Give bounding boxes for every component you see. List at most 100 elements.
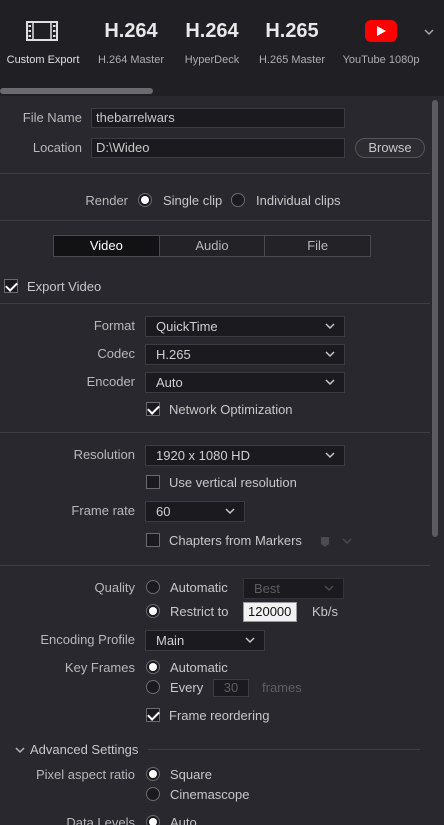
- data-levels-auto-label: Auto: [170, 815, 197, 825]
- codec-value: H.265: [156, 347, 191, 362]
- tab-video[interactable]: Video: [54, 236, 160, 256]
- individual-clips-radio[interactable]: [231, 193, 245, 207]
- film-icon: [26, 21, 58, 41]
- preset-codec: H.264: [185, 20, 239, 42]
- export-video-checkbox[interactable]: [4, 279, 18, 293]
- preset-h264-master[interactable]: H.264 H.264 Master: [90, 0, 172, 80]
- data-levels-label: Data Levels: [66, 815, 135, 825]
- divider: [148, 749, 420, 750]
- chevron-down-icon[interactable]: [15, 746, 25, 754]
- divider: [0, 220, 430, 221]
- chapters-checkbox[interactable]: [146, 533, 160, 547]
- preset-label: YouTube 1080p: [342, 54, 420, 66]
- key-frames-automatic-radio[interactable]: [146, 660, 160, 674]
- network-optimization-checkbox[interactable]: [146, 402, 160, 416]
- pixel-cinemascope-radio[interactable]: [146, 787, 160, 801]
- preset-youtube-1080p[interactable]: YouTube 1080p: [338, 0, 424, 80]
- advanced-settings-header[interactable]: Advanced Settings: [30, 742, 138, 757]
- pixel-aspect-label: Pixel aspect ratio: [36, 767, 135, 782]
- divider: [0, 173, 430, 174]
- bitrate-input[interactable]: 120000: [243, 602, 297, 622]
- bitrate-unit: Kb/s: [312, 604, 339, 619]
- vertical-scrollbar[interactable]: [432, 100, 438, 537]
- preset-label: H.264 Master: [97, 54, 165, 66]
- chevron-down-icon: [325, 452, 335, 459]
- chevron-down-icon[interactable]: [424, 28, 434, 36]
- preset-hyperdeck[interactable]: H.264 HyperDeck: [176, 0, 248, 80]
- single-clip-radio[interactable]: [138, 193, 152, 207]
- browse-button[interactable]: Browse: [355, 138, 425, 158]
- location-input[interactable]: D:\Wideo: [91, 138, 345, 158]
- key-frames-interval-input[interactable]: 30: [213, 679, 249, 697]
- preset-codec: H.264: [104, 20, 158, 42]
- export-video-label: Export Video: [27, 279, 102, 294]
- resolution-label: Resolution: [73, 447, 135, 462]
- key-frames-automatic-label: Automatic: [170, 660, 228, 675]
- quality-automatic-radio[interactable]: [146, 580, 160, 594]
- vertical-resolution-label: Use vertical resolution: [169, 475, 297, 490]
- quality-preset-value: Best: [254, 581, 281, 596]
- location-label: Location: [32, 140, 82, 155]
- vertical-resolution-checkbox[interactable]: [146, 475, 160, 489]
- key-frames-unit: frames: [262, 680, 302, 695]
- horizontal-scrollbar[interactable]: [0, 88, 153, 94]
- encoder-value: Auto: [156, 375, 183, 390]
- pixel-cinemascope-label: Cinemascope: [170, 787, 250, 802]
- marker-icon: [321, 537, 329, 547]
- encoding-profile-label: Encoding Profile: [40, 632, 135, 647]
- chevron-down-icon: [325, 351, 335, 358]
- divider: [0, 565, 430, 566]
- frame-reordering-label: Frame reordering: [169, 708, 270, 723]
- preset-label: HyperDeck: [184, 54, 240, 66]
- format-label: Format: [93, 318, 135, 333]
- data-levels-auto-radio[interactable]: [146, 815, 160, 825]
- encoder-label: Encoder: [86, 374, 135, 389]
- resolution-value: 1920 x 1080 HD: [156, 448, 250, 463]
- render-label: Render: [85, 193, 128, 208]
- chevron-down-icon: [245, 637, 255, 644]
- encoding-profile-value: Main: [156, 633, 185, 648]
- tab-audio[interactable]: Audio: [160, 236, 266, 256]
- key-frames-label: Key Frames: [64, 660, 135, 675]
- network-optimization-label: Network Optimization: [169, 402, 293, 417]
- chevron-down-icon: [324, 585, 334, 592]
- key-frames-every-label: Every: [170, 680, 204, 695]
- youtube-icon: [365, 20, 397, 42]
- divider: [0, 432, 430, 433]
- single-clip-label: Single clip: [163, 193, 223, 208]
- file-name-label: File Name: [22, 110, 82, 125]
- chevron-down-icon: [325, 379, 335, 386]
- preset-label: Custom Export: [6, 54, 80, 66]
- codec-select[interactable]: H.265: [145, 344, 345, 365]
- frame-rate-select[interactable]: 60: [145, 501, 245, 522]
- format-select[interactable]: QuickTime: [145, 316, 345, 337]
- presets-bar: Custom Export H.264 H.264 Master H.264 H…: [0, 0, 444, 96]
- codec-label: Codec: [97, 346, 135, 361]
- frame-rate-value: 60: [156, 504, 171, 519]
- tab-file[interactable]: File: [265, 236, 370, 256]
- divider: [0, 303, 430, 304]
- resolution-select[interactable]: 1920 x 1080 HD: [145, 445, 345, 466]
- chevron-down-icon: [225, 508, 235, 515]
- preset-label: H.265 Master: [258, 54, 326, 66]
- settings-tabs: Video Audio File: [53, 235, 371, 257]
- individual-clips-label: Individual clips: [256, 193, 341, 208]
- chevron-down-icon[interactable]: [342, 537, 352, 545]
- preset-codec: H.265: [265, 20, 319, 42]
- chevron-down-icon: [325, 323, 335, 330]
- restrict-to-radio[interactable]: [146, 604, 160, 618]
- preset-h265-master[interactable]: H.265 H.265 Master: [254, 0, 330, 80]
- preset-custom-export[interactable]: Custom Export: [0, 0, 86, 80]
- pixel-square-radio[interactable]: [146, 767, 160, 781]
- chapters-label: Chapters from Markers: [169, 533, 302, 548]
- encoding-profile-select[interactable]: Main: [145, 630, 265, 651]
- format-value: QuickTime: [156, 319, 218, 334]
- quality-preset-select[interactable]: Best: [243, 578, 344, 599]
- pixel-square-label: Square: [170, 767, 212, 782]
- frame-rate-label: Frame rate: [71, 503, 135, 518]
- file-name-input[interactable]: thebarrelwars: [91, 108, 345, 128]
- encoder-select[interactable]: Auto: [145, 372, 345, 393]
- frame-reordering-checkbox[interactable]: [146, 708, 160, 722]
- key-frames-every-radio[interactable]: [146, 680, 160, 694]
- quality-automatic-label: Automatic: [170, 580, 228, 595]
